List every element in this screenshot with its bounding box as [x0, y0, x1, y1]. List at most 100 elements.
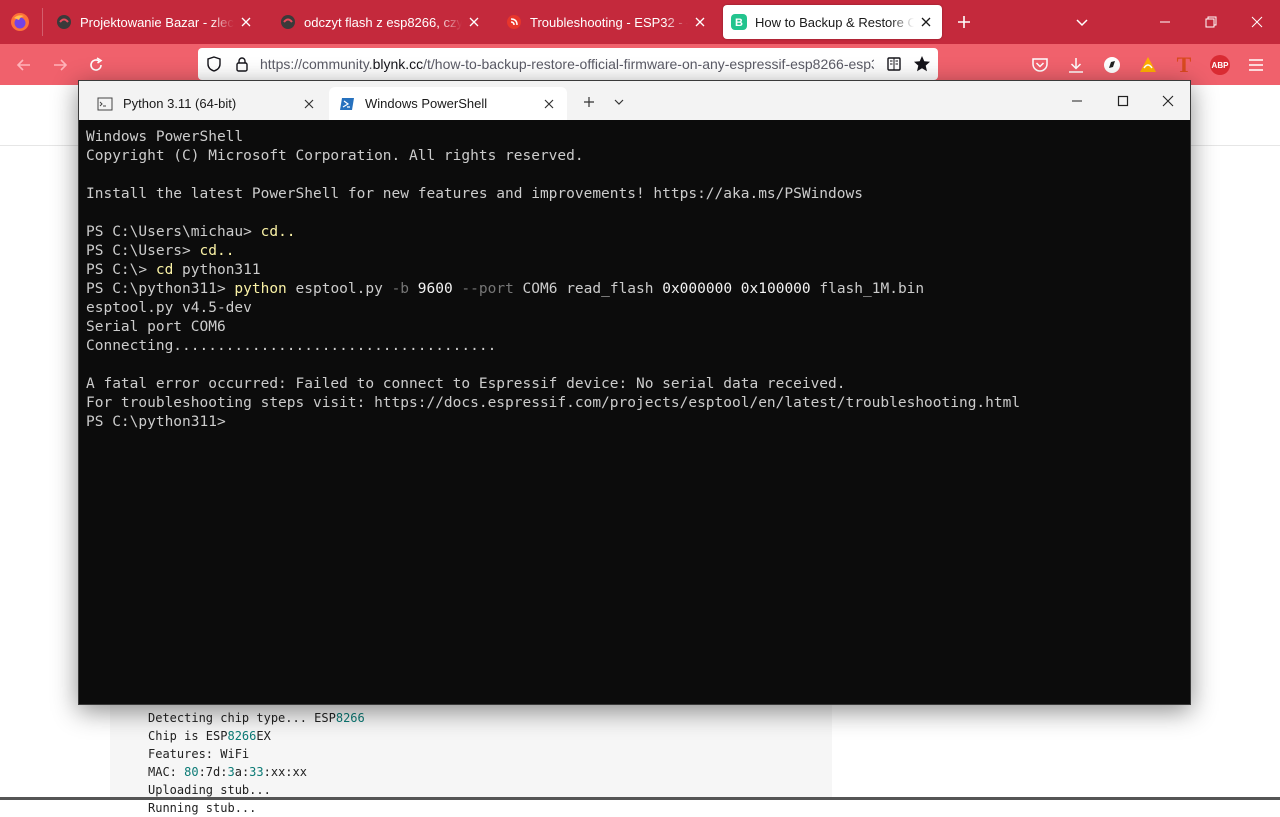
terminal-tab-label: Windows PowerShell	[365, 96, 488, 111]
close-window-button[interactable]	[1234, 0, 1280, 44]
terminal-maximize-button[interactable]	[1100, 81, 1146, 120]
console-text: --port	[461, 281, 514, 297]
code-line: Running stub...	[148, 799, 365, 817]
code-text: 33	[249, 765, 264, 779]
close-tab-icon[interactable]	[541, 96, 557, 112]
vpn-icon[interactable]	[1135, 52, 1161, 78]
code-line: MAC: 80:7d:3a:33:xx:xx	[148, 763, 365, 781]
hamburger-menu-icon[interactable]	[1243, 52, 1269, 78]
back-arrow-icon[interactable]	[11, 52, 37, 78]
close-tab-icon[interactable]	[918, 14, 934, 30]
console-line: For troubleshooting steps visit: https:/…	[86, 394, 1176, 413]
console-line: PS C:\Users> cd..	[86, 242, 1176, 261]
bookmark-star-icon[interactable]	[913, 55, 931, 73]
console-line: PS C:\> cd python311	[86, 261, 1176, 280]
console-text: -b	[391, 281, 410, 297]
terminal-window[interactable]: Python 3.11 (64-bit) Windows PowerShell	[78, 80, 1191, 705]
tab-separator	[42, 8, 43, 36]
console-line: PS C:\python311>	[86, 413, 1176, 432]
console-line: A fatal error occurred: Failed to connec…	[86, 375, 1176, 394]
console-line: PS C:\python311> python esptool.py -b 96…	[86, 280, 1176, 299]
terminal-tab-python[interactable]: Python 3.11 (64-bit)	[87, 87, 327, 120]
console-text: cd	[155, 262, 174, 278]
restore-window-button[interactable]	[1188, 0, 1234, 44]
console-line: Windows PowerShell	[86, 128, 1176, 147]
reader-view-icon[interactable]	[886, 56, 902, 72]
terminal-close-button[interactable]	[1145, 81, 1191, 120]
terminal-tab-powershell-active[interactable]: Windows PowerShell	[329, 87, 567, 120]
console-line: PS C:\Users\michau> cd..	[86, 223, 1176, 242]
console-text: PS C:\Users>	[86, 243, 200, 259]
console-text: 0x100000	[740, 281, 811, 297]
adblock-icon[interactable]: ABP	[1207, 52, 1233, 78]
lock-icon[interactable]	[234, 56, 250, 72]
terminal-console-output[interactable]: Windows PowerShell Copyright (C) Microsof…	[86, 128, 1176, 688]
console-text: 9600	[409, 281, 462, 297]
firefox-logo-icon[interactable]	[8, 10, 32, 34]
console-text: python311	[173, 262, 261, 278]
code-text: Running stub...	[148, 801, 257, 815]
code-text: 3	[227, 765, 235, 779]
url-prefix: https://community.	[260, 56, 373, 72]
url-domain: blynk.cc	[372, 56, 424, 72]
pocket-icon[interactable]	[1027, 52, 1053, 78]
code-text: :xx:xx	[263, 765, 307, 779]
console-text: cd..	[199, 243, 235, 259]
code-text: Chip is ESP	[148, 729, 228, 743]
browser-tab-odczyt-flash[interactable]: odczyt flash z esp8266, czy jest możliwy	[272, 5, 490, 39]
forward-arrow-icon[interactable]	[47, 52, 73, 78]
console-text: python	[234, 281, 287, 297]
extension-icon[interactable]	[1099, 52, 1125, 78]
powershell-icon	[339, 96, 355, 112]
close-tab-icon[interactable]	[692, 14, 708, 30]
browser-tab-troubleshooting[interactable]: Troubleshooting - ESP32 - — esptool	[498, 5, 716, 39]
close-tab-icon[interactable]	[238, 14, 254, 30]
tab-title: odczyt flash z esp8266, czy jest możliwy	[304, 14, 462, 30]
terminal-title-bar[interactable]: Python 3.11 (64-bit) Windows PowerShell	[79, 81, 1190, 120]
browser-tab-blynk-active[interactable]: B How to Backup & Restore Official Firmw…	[723, 5, 942, 39]
page-code-text: Detecting chip type... ESP8266 Chip is ES…	[148, 709, 365, 817]
code-text: 80	[184, 765, 199, 779]
console-line: Connecting..............................…	[86, 337, 1176, 356]
t-icon[interactable]: T	[1171, 52, 1197, 78]
adblock-label: ABP	[1210, 55, 1230, 75]
download-icon[interactable]	[1063, 52, 1089, 78]
reload-icon[interactable]	[83, 52, 109, 78]
terminal-minimize-button[interactable]	[1054, 81, 1100, 120]
address-bar[interactable]: https://community.blynk.cc/t/how-to-back…	[198, 48, 938, 80]
site-favicon-icon	[280, 14, 296, 30]
url-path: /t/how-to-backup-restore-official-firmwa…	[423, 56, 874, 72]
console-line: Install the latest PowerShell for new fe…	[86, 185, 1176, 204]
code-text: Detecting chip type... ESP	[148, 711, 336, 725]
code-line: Detecting chip type... ESP8266	[148, 709, 365, 727]
code-text: 8266	[227, 729, 257, 743]
browser-tab-projektowanie[interactable]: Projektowanie Bazar - zlecę projekt	[48, 5, 262, 39]
code-text: Features: WiFi	[148, 747, 250, 761]
console-text: A fatal error occurred: Failed to connec…	[86, 376, 846, 392]
terminal-dropdown-chevron-down-icon[interactable]	[609, 92, 629, 112]
terminal-new-tab-button[interactable]	[579, 92, 599, 112]
console-line: esptool.py v4.5-dev	[86, 299, 1176, 318]
console-text: For troubleshooting steps visit: https:/…	[86, 395, 1021, 411]
console-text: Windows PowerShell	[86, 129, 244, 145]
terminal-tab-label: Python 3.11 (64-bit)	[123, 96, 237, 111]
close-tab-icon[interactable]	[466, 14, 482, 30]
minimize-window-button[interactable]	[1142, 0, 1188, 44]
console-text: Connecting..............................…	[86, 338, 497, 354]
code-text: a:	[234, 765, 250, 779]
code-text: 8266	[335, 711, 365, 725]
console-text: flash_1M.bin	[810, 281, 925, 297]
console-text: COM6 read_flash	[513, 281, 663, 297]
url-text[interactable]: https://community.blynk.cc/t/how-to-back…	[260, 48, 874, 80]
console-text: Serial port COM6	[86, 319, 226, 335]
new-tab-button[interactable]	[954, 12, 974, 32]
close-tab-icon[interactable]	[301, 96, 317, 112]
console-text: Install the latest PowerShell for new fe…	[86, 186, 863, 202]
tracking-protection-shield-icon[interactable]	[206, 56, 222, 72]
tab-title: Projektowanie Bazar - zlecę projekt	[80, 14, 234, 30]
code-text: MAC:	[148, 765, 185, 779]
list-all-tabs-chevron-down-icon[interactable]	[1072, 12, 1092, 32]
